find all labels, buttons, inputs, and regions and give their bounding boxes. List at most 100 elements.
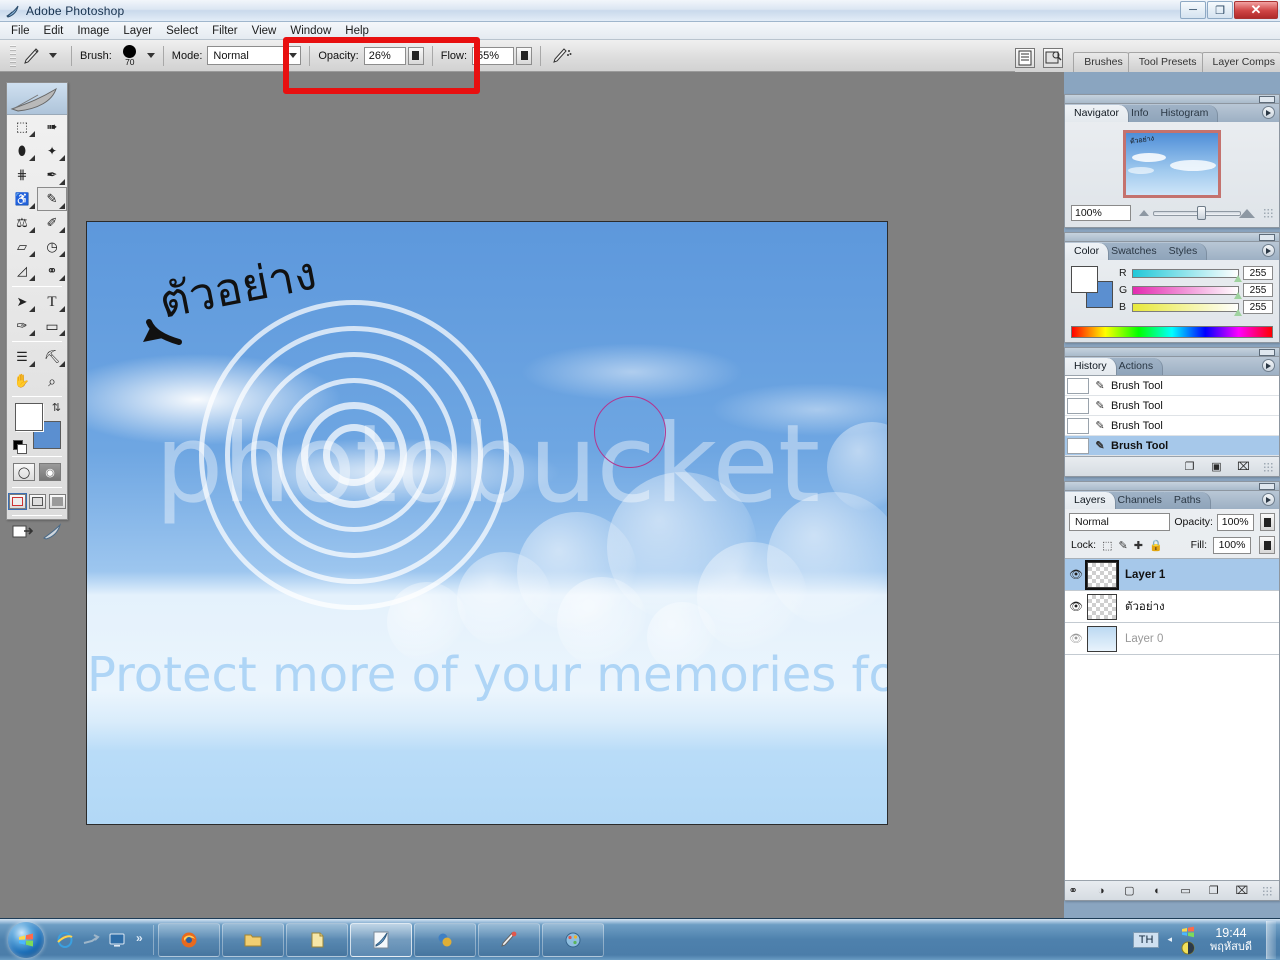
tab-actions[interactable]: Actions [1109, 358, 1164, 375]
language-indicator[interactable]: TH [1132, 931, 1160, 948]
healing-brush-tool[interactable]: ♿ [7, 187, 37, 211]
collapse-icon[interactable] [1259, 234, 1275, 241]
menu-file[interactable]: File [4, 23, 37, 39]
minimize-button[interactable]: ─ [1180, 1, 1206, 19]
tab-histogram[interactable]: Histogram [1151, 105, 1219, 122]
resize-grip[interactable] [1262, 885, 1273, 896]
document-window-button[interactable] [285, 922, 348, 957]
zoom-slider-handle[interactable] [1197, 206, 1206, 220]
zoom-slider[interactable] [1137, 206, 1257, 220]
foreground-color-swatch[interactable] [15, 403, 43, 431]
slice-tool[interactable]: ✒ [37, 163, 67, 187]
opacity-slider-button[interactable] [407, 46, 424, 65]
brush-preset-preview[interactable]: 70 [117, 45, 143, 66]
layer-opacity-input[interactable]: 100% [1216, 513, 1254, 531]
add-layer-mask-button[interactable]: ▢ [1122, 884, 1137, 898]
menu-image[interactable]: Image [70, 23, 116, 39]
blue-slider-handle[interactable] [1234, 308, 1242, 316]
photoshop-window-button[interactable] [349, 922, 412, 957]
resize-grip[interactable] [1263, 461, 1273, 472]
history-snapshot-box[interactable] [1067, 437, 1089, 454]
dodge-tool[interactable]: ⚭ [37, 259, 67, 283]
collapse-icon[interactable] [1259, 483, 1275, 490]
zoom-level-input[interactable]: 100% [1071, 205, 1131, 221]
flow-input[interactable]: 55% [472, 46, 515, 65]
taskbar-clock[interactable]: 19:44 พฤหัสบดี [1204, 926, 1258, 954]
collapse-icon[interactable] [1259, 349, 1275, 356]
tab-styles[interactable]: Styles [1159, 243, 1208, 260]
color-spectrum-ramp[interactable] [1071, 326, 1273, 338]
tab-color[interactable]: Color [1065, 243, 1110, 260]
history-snapshot-box[interactable] [1067, 417, 1089, 434]
flow-slider-button[interactable] [516, 46, 533, 65]
layer-thumbnail[interactable] [1085, 559, 1119, 590]
navigator-thumbnail[interactable]: ตัวอย่าง [1123, 130, 1221, 198]
menu-filter[interactable]: Filter [205, 23, 245, 39]
delete-state-button[interactable]: ⌧ [1236, 460, 1251, 474]
menu-help[interactable]: Help [338, 23, 376, 39]
color-grip[interactable] [1065, 233, 1279, 242]
paint-window-button[interactable] [477, 922, 540, 957]
layer-visibility-eye-icon[interactable]: 👁 [1065, 568, 1087, 581]
navigator-grip[interactable] [1065, 95, 1279, 104]
layer-row-thai[interactable]: 👁 ตัวอย่าง [1065, 591, 1279, 623]
tab-paths[interactable]: Paths [1164, 492, 1211, 509]
new-document-from-state-button[interactable]: ❐ [1182, 460, 1197, 474]
media-window-button[interactable] [541, 922, 604, 957]
firefox-window-button[interactable] [157, 922, 220, 957]
blue-value[interactable]: 255 [1243, 300, 1273, 314]
standard-screen-mode-button[interactable] [8, 494, 26, 509]
imageready-window-button[interactable] [413, 922, 476, 957]
quick-launch-overflow-icon[interactable]: » [136, 931, 143, 945]
layer-thumbnail[interactable] [1087, 625, 1117, 652]
quick-mask-mode-button[interactable]: ◉ [39, 463, 61, 481]
path-selection-tool[interactable]: ➤ [7, 290, 37, 314]
document-workspace[interactable]: photobucket Protect more of your memorie… [0, 72, 1064, 918]
zoom-out-icon[interactable] [1139, 210, 1149, 216]
history-brush-tool[interactable]: ✐ [37, 211, 67, 235]
brush-tool[interactable]: ✎ [37, 187, 67, 211]
history-state-row[interactable]: ✎ Brush Tool [1065, 376, 1279, 396]
lasso-tool[interactable]: ⬮ [7, 139, 37, 163]
move-tool[interactable]: ➠ [37, 115, 67, 139]
standard-mode-button[interactable]: ◯ [13, 463, 35, 481]
layer-row-layer-0[interactable]: 👁 Layer 0 [1065, 623, 1279, 655]
green-slider-handle[interactable] [1234, 291, 1242, 299]
history-state-row[interactable]: ✎ Brush Tool [1065, 416, 1279, 436]
history-grip[interactable] [1065, 348, 1279, 357]
swap-colors-icon[interactable]: ⇅ [52, 401, 61, 414]
well-tab-tool-presets[interactable]: Tool Presets [1127, 52, 1208, 72]
zoom-tool[interactable]: ⌕ [37, 369, 67, 393]
magic-wand-tool[interactable]: ✦ [37, 139, 67, 163]
blur-tool[interactable]: ◿ [7, 259, 37, 283]
show-desktop-button[interactable] [1266, 920, 1276, 959]
opacity-input[interactable]: 26% [363, 46, 406, 65]
new-group-button[interactable]: ▭ [1178, 884, 1193, 898]
blue-slider[interactable] [1132, 302, 1242, 316]
layer-fill-input[interactable]: 100% [1213, 536, 1251, 554]
pen-tool[interactable]: ✑ [7, 314, 37, 338]
layer-fill-slider-button[interactable] [1259, 536, 1275, 554]
navigator-menu-button[interactable] [1262, 106, 1275, 119]
red-value[interactable]: 255 [1243, 266, 1273, 280]
history-state-row[interactable]: ✎ Brush Tool [1065, 396, 1279, 416]
file-browser-icon[interactable] [1015, 48, 1036, 68]
full-screen-mode-button[interactable] [48, 494, 66, 509]
close-button[interactable]: ✕ [1234, 1, 1278, 19]
collapse-icon[interactable] [1259, 96, 1275, 103]
tab-navigator[interactable]: Navigator [1065, 105, 1129, 122]
color-menu-button[interactable] [1262, 244, 1275, 257]
crop-tool[interactable]: ⋕ [7, 163, 37, 187]
lock-all-icon[interactable]: 🔒 [1149, 539, 1163, 552]
green-value[interactable]: 255 [1243, 283, 1273, 297]
new-layer-button[interactable]: ❐ [1206, 884, 1221, 898]
lock-transparency-icon[interactable]: ⬚ [1102, 539, 1112, 552]
tool-preset-chevron-down-icon[interactable] [49, 53, 57, 58]
red-slider-handle[interactable] [1234, 274, 1242, 282]
link-layers-button[interactable]: ⚭ [1066, 884, 1081, 898]
photoshop-badge-icon[interactable] [42, 523, 62, 541]
history-snapshot-box[interactable] [1067, 377, 1089, 394]
blend-mode-select[interactable]: Normal [207, 46, 302, 65]
delete-layer-button[interactable]: ⌧ [1234, 884, 1249, 898]
layer-visibility-eye-icon[interactable]: 👁 [1065, 600, 1087, 613]
